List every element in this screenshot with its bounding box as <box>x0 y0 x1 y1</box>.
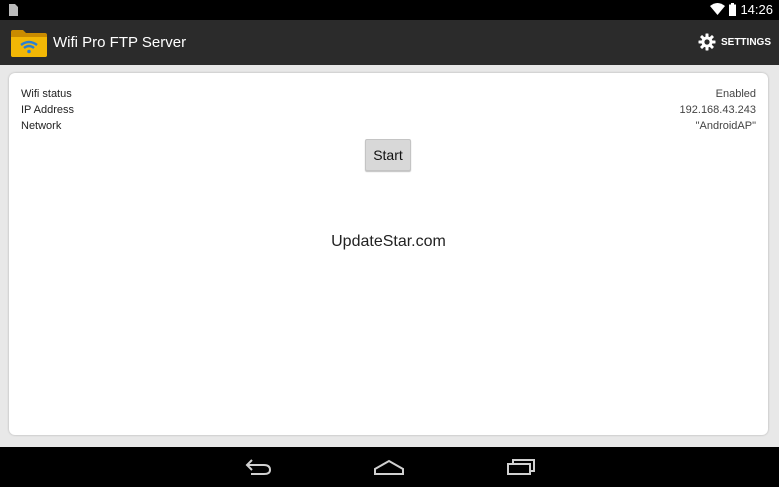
home-icon <box>374 459 404 475</box>
watermark-text: UpdateStar.com <box>331 233 446 250</box>
ip-address-row: IP Address 192.168.43.243 <box>21 104 756 120</box>
status-bar: 14:26 <box>0 0 779 20</box>
wifi-status-row: Wifi status Enabled <box>21 88 756 104</box>
status-right: 14:26 <box>710 2 773 17</box>
wifi-icon <box>710 3 726 15</box>
navigation-bar <box>0 447 779 487</box>
ip-address-value: 192.168.43.243 <box>679 104 756 116</box>
back-button[interactable] <box>238 455 278 479</box>
ip-address-label: IP Address <box>21 104 74 116</box>
network-value: "AndroidAP" <box>695 120 756 132</box>
clock: 14:26 <box>740 2 773 17</box>
server-card: Wifi status Enabled IP Address 192.168.4… <box>9 73 768 435</box>
folder-wifi-app-icon[interactable] <box>10 28 48 58</box>
app-title: Wifi Pro FTP Server <box>53 34 187 51</box>
home-button[interactable] <box>369 455 409 479</box>
start-button[interactable]: Start <box>365 139 411 171</box>
sim-icon <box>9 4 18 16</box>
gear-icon <box>698 33 716 51</box>
battery-icon <box>729 3 737 16</box>
settings-button[interactable]: SETTINGS <box>698 33 771 51</box>
network-label: Network <box>21 120 62 132</box>
action-bar: Wifi Pro FTP Server SETTINGS <box>0 20 779 65</box>
recent-apps-button[interactable] <box>501 455 541 479</box>
wifi-status-label: Wifi status <box>21 88 72 100</box>
back-icon <box>245 459 272 475</box>
wifi-status-value: Enabled <box>715 88 756 100</box>
settings-label: SETTINGS <box>720 36 771 48</box>
network-row: Network "AndroidAP" <box>21 120 756 136</box>
recent-apps-icon <box>507 459 535 475</box>
